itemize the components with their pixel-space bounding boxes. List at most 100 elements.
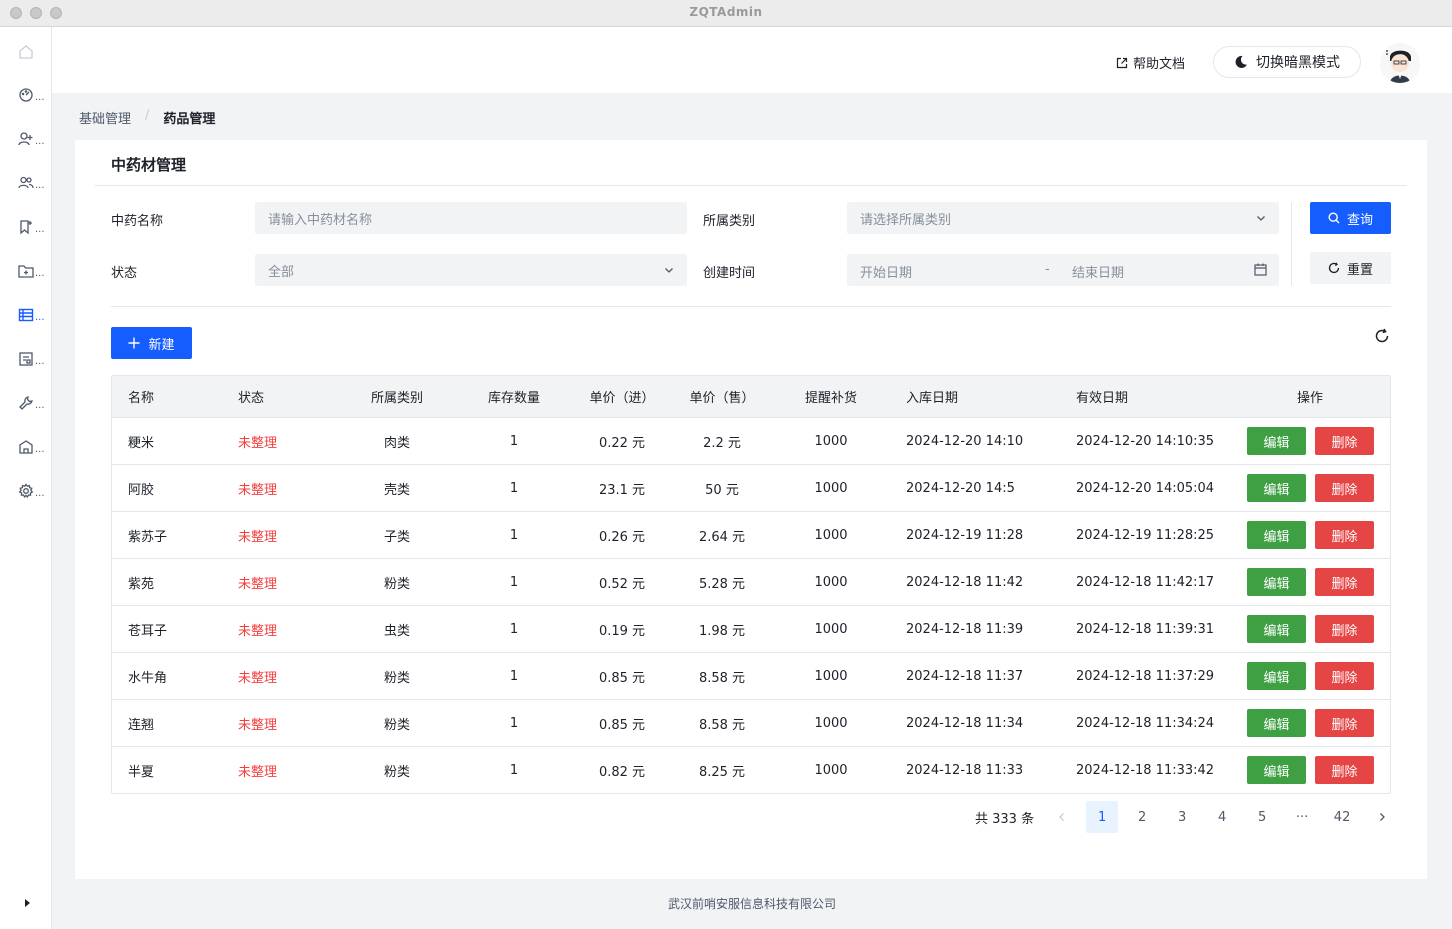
- new-button[interactable]: 新建: [111, 327, 192, 359]
- query-label: 查询: [1346, 212, 1373, 228]
- pagination-ellipsis[interactable]: ···: [1286, 801, 1318, 833]
- category-select[interactable]: 请选择所属类别: [847, 202, 1279, 234]
- pagination-prev-button[interactable]: [1046, 801, 1078, 833]
- cell-category: 虫类: [383, 623, 410, 639]
- bookmark-icon: [20, 220, 32, 235]
- sidebar-item-user-group[interactable]: ...: [18, 172, 50, 194]
- edit-button[interactable]: 编辑: [1247, 615, 1306, 643]
- breadcrumb-separator: /: [145, 108, 150, 123]
- cell-stock: 1: [509, 433, 519, 449]
- home-icon: [19, 45, 33, 59]
- sidebar-item-table[interactable]: ...: [18, 304, 50, 326]
- status-select[interactable]: 全部: [255, 254, 687, 286]
- file-icon: [19, 352, 33, 366]
- date-range-picker[interactable]: 开始日期 - 结束日期: [847, 254, 1279, 286]
- refresh-icon[interactable]: [1374, 328, 1390, 344]
- edit-button[interactable]: 编辑: [1247, 709, 1306, 737]
- table-row: 紫苑 未整理 粉类 1 0.52 元 5.28 元 1000 2024-12-18 11:42…: [112, 558, 1390, 605]
- edit-button[interactable]: 编辑: [1247, 474, 1306, 502]
- cell-expiry-date: 2024-12-18 11:37:29: [1076, 668, 1215, 684]
- sidebar-item-bookmark[interactable]: ...: [18, 216, 50, 238]
- new-label: 新建: [148, 337, 175, 353]
- herb-table: 名称 状态 所属类别 库存数量 单价（进） 单价（售） 提醒补货 入库日期 有效…: [111, 375, 1391, 794]
- delete-button[interactable]: 删除: [1315, 756, 1374, 784]
- sidebar-expand-icon[interactable]: [21, 897, 33, 909]
- cell-stock: 1: [509, 762, 519, 778]
- status-value: 全部: [268, 264, 295, 280]
- sidebar-item-user-add[interactable]: ...: [18, 128, 50, 150]
- sidebar-item-folder-add[interactable]: ...: [18, 260, 50, 282]
- column-header-expiry-date: 有效日期: [1076, 391, 1129, 406]
- pagination-page[interactable]: 5: [1246, 801, 1278, 833]
- cell-expiry-date: 2024-12-18 11:39:31: [1076, 621, 1215, 637]
- delete-button[interactable]: 删除: [1315, 662, 1374, 690]
- pagination-total: 共 333 条: [975, 811, 1035, 827]
- edit-button[interactable]: 编辑: [1247, 427, 1306, 455]
- cell-name: 粳米: [128, 435, 155, 451]
- pagination-page[interactable]: 2: [1126, 801, 1158, 833]
- dark-mode-label: 切换暗黑模式: [1256, 55, 1340, 71]
- pagination-page[interactable]: 42: [1326, 801, 1358, 833]
- edit-button[interactable]: 编辑: [1247, 756, 1306, 784]
- cell-status: 未整理: [238, 576, 278, 592]
- pagination-page[interactable]: 4: [1206, 801, 1238, 833]
- cell-expiry-date: 2024-12-18 11:42:17: [1076, 574, 1215, 590]
- cell-buy-price: 0.82 元: [598, 764, 646, 780]
- dark-mode-toggle[interactable]: 切换暗黑模式: [1213, 46, 1361, 78]
- sidebar-item-settings[interactable]: ...: [18, 480, 50, 502]
- user-avatar[interactable]: [1380, 43, 1420, 83]
- card-divider: [95, 185, 1407, 186]
- delete-button[interactable]: 删除: [1315, 709, 1374, 737]
- sidebar-item-tool[interactable]: ...: [18, 392, 50, 414]
- sidebar-item-dashboard[interactable]: ...: [18, 84, 50, 106]
- cell-status: 未整理: [238, 670, 278, 686]
- filter-divider: [111, 306, 1391, 307]
- query-button[interactable]: 查询: [1310, 202, 1391, 234]
- edit-button[interactable]: 编辑: [1247, 568, 1306, 596]
- cell-restock: 1000: [814, 433, 848, 449]
- breadcrumb-parent[interactable]: 基础管理: [79, 108, 131, 127]
- cell-stock: 1: [509, 715, 519, 731]
- delete-button[interactable]: 删除: [1315, 474, 1374, 502]
- edit-button[interactable]: 编辑: [1247, 662, 1306, 690]
- cell-restock: 1000: [814, 527, 848, 543]
- pagination-page[interactable]: 1: [1086, 801, 1119, 833]
- moon-icon: [1235, 55, 1247, 68]
- main-content: 基础管理 / 药品管理 中药材管理 中药名称 请输入中药材名称 所属类别 请选择…: [52, 93, 1452, 929]
- delete-button[interactable]: 删除: [1315, 615, 1374, 643]
- delete-button[interactable]: 删除: [1315, 427, 1374, 455]
- cell-buy-price: 0.85 元: [598, 670, 646, 686]
- sidebar-item-file[interactable]: ...: [18, 348, 50, 370]
- help-docs-link[interactable]: 帮助文档: [1116, 53, 1185, 72]
- cell-stock-date: 2024-12-18 11:39: [906, 621, 1024, 637]
- sidebar-item-home[interactable]: [18, 41, 50, 63]
- cell-buy-price: 0.85 元: [598, 717, 646, 733]
- cell-stock-date: 2024-12-20 14:5: [906, 480, 1015, 496]
- pagination-page[interactable]: 3: [1166, 801, 1198, 833]
- date-range-separator: -: [1045, 262, 1050, 277]
- cell-status: 未整理: [238, 764, 278, 780]
- delete-button[interactable]: 删除: [1315, 568, 1374, 596]
- cell-buy-price: 23.1 元: [598, 482, 646, 498]
- cell-actions: 编辑 删除: [1247, 700, 1374, 746]
- delete-button[interactable]: 删除: [1315, 521, 1374, 549]
- cell-category: 子类: [383, 529, 410, 545]
- sidebar-item-building[interactable]: ...: [18, 436, 50, 458]
- cell-stock: 1: [509, 668, 519, 684]
- cell-actions: 编辑 删除: [1247, 747, 1374, 793]
- table-row: 紫苏子 未整理 子类 1 0.26 元 2.64 元 1000 2024-12-19 11:2…: [112, 511, 1390, 558]
- herb-name-input[interactable]: 请输入中药材名称: [255, 202, 687, 234]
- end-date-placeholder[interactable]: 结束日期: [1072, 262, 1124, 281]
- cell-sell-price: 8.58 元: [698, 670, 746, 686]
- cell-actions: 编辑 删除: [1247, 559, 1374, 605]
- cell-stock: 1: [509, 574, 519, 590]
- pagination-next-button[interactable]: [1366, 801, 1398, 833]
- reset-button[interactable]: 重置: [1310, 252, 1391, 284]
- status-label: 状态: [111, 266, 138, 281]
- cell-expiry-date: 2024-12-18 11:34:24: [1076, 715, 1215, 731]
- external-link-icon: [1116, 57, 1128, 68]
- start-date-placeholder[interactable]: 开始日期: [860, 262, 912, 281]
- cell-restock: 1000: [814, 762, 848, 778]
- cell-stock: 1: [509, 621, 519, 637]
- edit-button[interactable]: 编辑: [1247, 521, 1306, 549]
